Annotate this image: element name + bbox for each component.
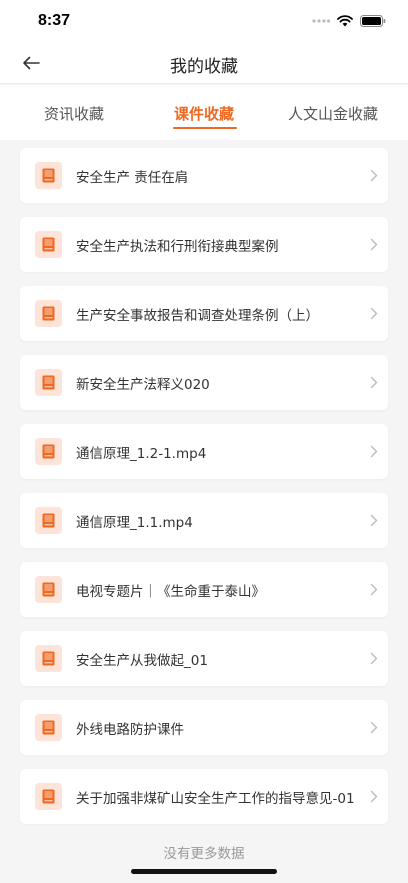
list-item[interactable]: 安全生产执法和行刑衔接典型案例	[20, 217, 388, 272]
list-item[interactable]: 生产安全事故报告和调查处理条例（上）	[20, 286, 388, 341]
courseware-icon	[35, 369, 62, 396]
item-title: 生产安全事故报告和调查处理条例（上）	[76, 308, 319, 324]
item-title: 安全生产从我做起_01	[76, 653, 208, 669]
item-title: 通信原理_1.1.mp4	[76, 515, 193, 531]
chevron-right-icon	[370, 514, 378, 527]
home-indicator	[131, 869, 277, 874]
item-title: 安全生产执法和行刑衔接典型案例	[76, 239, 279, 255]
status-bar: 8:37	[0, 0, 408, 44]
item-title: 外线电路防护课件	[76, 722, 184, 738]
chevron-right-icon	[370, 652, 378, 665]
signal-icon	[312, 12, 331, 31]
item-title: 电视专题片｜《生命重于泰山》	[76, 584, 265, 600]
courseware-icon	[35, 300, 62, 327]
courseware-icon	[35, 576, 62, 603]
chevron-right-icon	[370, 169, 378, 182]
list-item[interactable]: 通信原理_1.2-1.mp4	[20, 424, 388, 479]
list-item[interactable]: 安全生产 责任在肩	[20, 148, 388, 203]
chevron-right-icon	[370, 376, 378, 389]
chevron-right-icon	[370, 238, 378, 251]
item-title: 通信原理_1.2-1.mp4	[76, 446, 207, 462]
status-icons	[312, 14, 386, 28]
list-item[interactable]: 通信原理_1.1.mp4	[20, 493, 388, 548]
courseware-icon	[35, 783, 62, 810]
courseware-icon	[35, 645, 62, 672]
chevron-right-icon	[370, 721, 378, 734]
tab-news[interactable]: 资讯收藏	[44, 103, 104, 124]
wifi-icon	[337, 12, 353, 31]
courseware-icon	[35, 162, 62, 189]
courseware-icon	[35, 231, 62, 258]
battery-icon	[360, 12, 386, 31]
list-item[interactable]: 电视专题片｜《生命重于泰山》	[20, 562, 388, 617]
chevron-right-icon	[370, 445, 378, 458]
courseware-icon	[35, 714, 62, 741]
tab-courseware[interactable]: 课件收藏	[174, 103, 234, 124]
list-item[interactable]: 安全生产从我做起_01	[20, 631, 388, 686]
list-item[interactable]: 关于加强非煤矿山安全生产工作的指导意见-01	[20, 769, 388, 824]
active-tab-indicator	[173, 127, 237, 129]
tab-culture[interactable]: 人文山金收藏	[288, 103, 378, 124]
status-time: 8:37	[38, 12, 71, 29]
no-more-data-text: 没有更多数据	[163, 846, 245, 862]
chevron-right-icon	[370, 583, 378, 596]
item-title: 关于加强非煤矿山安全生产工作的指导意见-01	[76, 791, 355, 807]
courseware-icon	[35, 438, 62, 465]
tab-bar: 资讯收藏 课件收藏 人文山金收藏	[0, 85, 408, 140]
nav-bar: 我的收藏	[0, 44, 408, 84]
page-title: 我的收藏	[170, 57, 238, 77]
chevron-right-icon	[370, 307, 378, 320]
item-title: 新安全生产法释义020	[76, 377, 210, 393]
list-item[interactable]: 新安全生产法释义020	[20, 355, 388, 410]
item-title: 安全生产 责任在肩	[76, 170, 189, 186]
chevron-right-icon	[370, 790, 378, 803]
courseware-icon	[35, 507, 62, 534]
list-item[interactable]: 外线电路防护课件	[20, 700, 388, 755]
